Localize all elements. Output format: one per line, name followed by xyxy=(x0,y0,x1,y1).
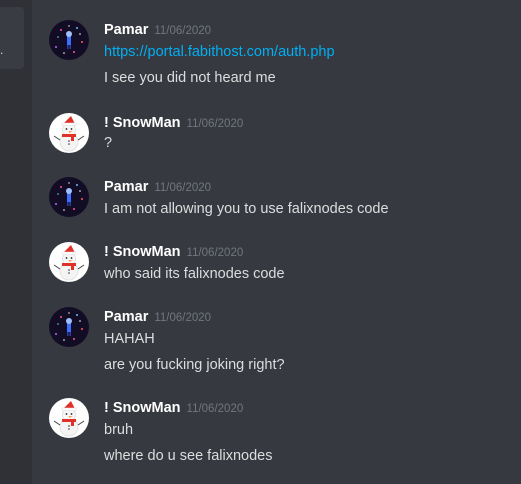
username[interactable]: ! SnowMan xyxy=(104,115,181,131)
username[interactable]: Pamar xyxy=(104,179,148,195)
timestamp: 11/06/2020 xyxy=(154,182,212,194)
username[interactable]: ! SnowMan xyxy=(104,244,181,260)
galaxy-avatar-icon[interactable] xyxy=(49,307,89,347)
channel-marker: . xyxy=(0,43,4,57)
message-header: Pamar 11/06/2020 xyxy=(104,307,211,327)
galaxy-avatar-icon[interactable] xyxy=(49,20,89,60)
message-text: ? xyxy=(104,135,113,151)
galaxy-avatar-icon[interactable] xyxy=(49,177,89,217)
message-header: ! SnowMan 11/06/2020 xyxy=(104,113,243,133)
timestamp: 11/06/2020 xyxy=(186,118,244,130)
username[interactable]: Pamar xyxy=(104,22,148,38)
chat-app: . Pamar 11/06/2020 https://portal.fabith… xyxy=(0,0,521,484)
channel-sidebar: . xyxy=(0,0,32,484)
message-header: Pamar 11/06/2020 xyxy=(104,177,211,197)
message-text: are you fucking joking right? xyxy=(104,357,285,373)
message-text: I am not allowing you to use falixnodes … xyxy=(104,201,389,217)
username[interactable]: Pamar xyxy=(104,309,148,325)
message-text: I see you did not heard me xyxy=(104,70,276,86)
message-text: bruh xyxy=(104,422,134,438)
selected-channel-item[interactable]: . xyxy=(0,7,24,69)
message-header: ! SnowMan 11/06/2020 xyxy=(104,398,243,418)
username[interactable]: ! SnowMan xyxy=(104,400,181,416)
message-text: who said its falixnodes code xyxy=(104,266,285,282)
timestamp: 11/06/2020 xyxy=(186,403,244,415)
message-header: Pamar 11/06/2020 xyxy=(104,20,211,40)
message-link[interactable]: https://portal.fabithost.com/auth.php xyxy=(104,42,335,62)
snowman-avatar-icon[interactable] xyxy=(49,398,89,438)
timestamp: 11/06/2020 xyxy=(186,247,244,259)
snowman-avatar-icon[interactable] xyxy=(49,242,89,282)
message-text: where do u see falixnodes xyxy=(104,448,273,464)
message-list[interactable]: Pamar 11/06/2020 https://portal.fabithost… xyxy=(32,0,521,484)
timestamp: 11/06/2020 xyxy=(154,312,212,324)
message-header: ! SnowMan 11/06/2020 xyxy=(104,242,243,262)
snowman-avatar-icon[interactable] xyxy=(49,113,89,153)
timestamp: 11/06/2020 xyxy=(154,25,212,37)
message-text: HAHAH xyxy=(104,331,155,347)
